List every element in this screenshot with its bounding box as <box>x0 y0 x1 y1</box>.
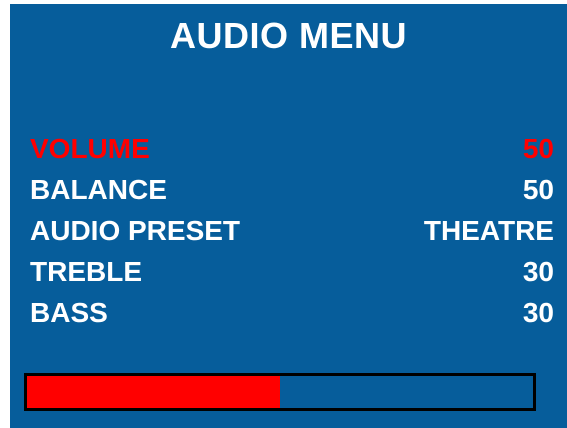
audio-menu-panel: AUDIO MENU VOLUME 50 BALANCE 50 AUDIO PR… <box>10 4 567 428</box>
volume-level-fill <box>27 376 280 408</box>
menu-list: VOLUME 50 BALANCE 50 AUDIO PRESET THEATR… <box>30 128 554 333</box>
menu-item-value: 30 <box>522 297 554 328</box>
menu-item-label: AUDIO PRESET <box>30 215 241 246</box>
menu-item-audio-preset[interactable]: AUDIO PRESET THEATRE <box>30 210 554 251</box>
menu-item-label: BASS <box>30 297 108 328</box>
menu-title: AUDIO MENU <box>170 15 407 56</box>
menu-item-value: 50 <box>522 133 554 164</box>
menu-item-bass[interactable]: BASS 30 <box>30 292 554 333</box>
menu-item-label: VOLUME <box>30 133 150 164</box>
menu-item-value: THEATRE <box>423 215 554 246</box>
menu-item-label: TREBLE <box>30 256 142 287</box>
menu-item-value: 50 <box>522 174 554 205</box>
menu-item-balance[interactable]: BALANCE 50 <box>30 169 554 210</box>
menu-item-volume[interactable]: VOLUME 50 <box>30 128 554 169</box>
menu-item-treble[interactable]: TREBLE 30 <box>30 251 554 292</box>
menu-item-value: 30 <box>522 256 554 287</box>
volume-level-bar[interactable] <box>24 373 536 411</box>
menu-item-label: BALANCE <box>30 174 167 205</box>
